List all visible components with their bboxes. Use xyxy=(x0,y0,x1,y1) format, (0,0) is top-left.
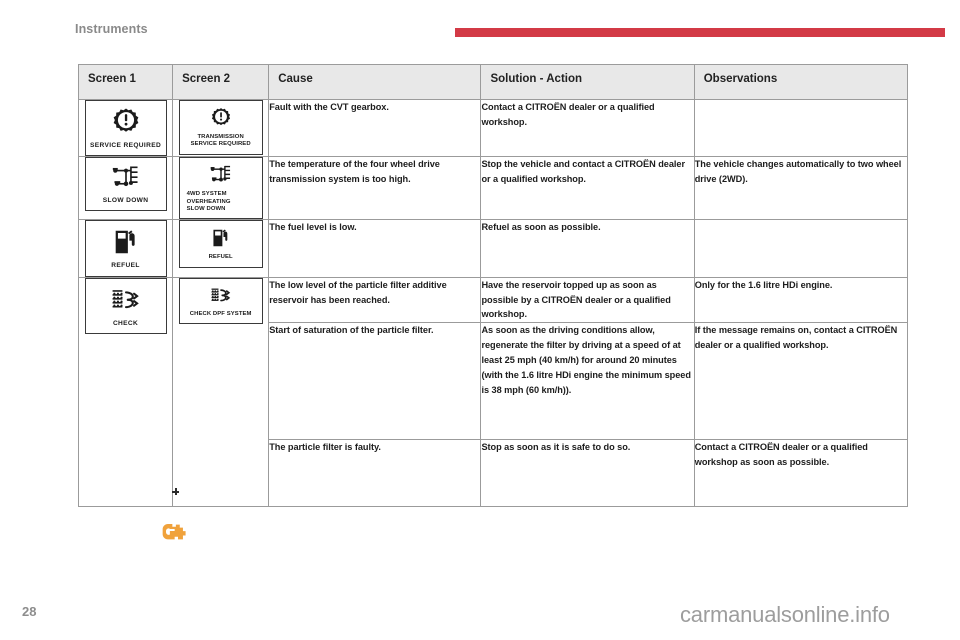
warning-messages-table: Screen 1 Screen 2 Cause Solution - Actio… xyxy=(77,64,909,508)
fuel-pump-icon xyxy=(213,229,227,247)
engine-check-icon xyxy=(162,524,186,540)
display-tile-slow-down: SLOW DOWN xyxy=(84,157,167,212)
header-rule xyxy=(455,28,945,37)
cause-cell: The temperature of the four wheel drive … xyxy=(268,156,482,221)
solution-cell: Contact a CITROËN dealer or a qualified … xyxy=(480,98,695,158)
column-header-screen-2: Screen 2 xyxy=(172,64,270,100)
screen-1-cell: SLOW DOWN xyxy=(77,156,174,221)
cause-cell: The fuel level is low. xyxy=(268,219,482,278)
table-row: REFUEL REFUEL The fuel level is low. Ref… xyxy=(77,219,909,278)
cause-cell: The low level of the particle filter add… xyxy=(268,276,482,324)
observations-cell: Only for the 1.6 litre HDi engine. xyxy=(693,276,909,324)
column-header-solution: Solution - Action xyxy=(480,64,695,100)
display-tile-check: CHECK xyxy=(84,277,167,334)
screen-2-cell: REFUEL xyxy=(172,219,270,278)
table-header-row: Screen 1 Screen 2 Cause Solution - Actio… xyxy=(77,64,909,100)
four-wheel-drive-icon xyxy=(112,166,138,187)
fuel-pump-icon xyxy=(115,230,135,254)
tile-label: TRANSMISSION SERVICE REQUIRED xyxy=(190,134,251,148)
display-tile-refuel: REFUEL xyxy=(84,220,167,277)
observations-cell: Contact a CITROËN dealer or a qualified … xyxy=(693,439,909,508)
tile-label: CHECK DPF SYSTEM xyxy=(189,310,252,317)
page-number: 28 xyxy=(22,604,37,619)
solution-cell: As soon as the driving conditions allow,… xyxy=(480,322,695,441)
solution-cell: Stop as soon as it is safe to do so. xyxy=(480,439,695,508)
column-header-cause: Cause xyxy=(268,64,482,100)
display-tile-4wd-overheating: 4WD SYSTEM OVERHEATING SLOW DOWN xyxy=(178,157,263,220)
screen-2-cell: CHECK DPF SYSTEM xyxy=(172,276,270,508)
page-title: Instruments xyxy=(75,22,148,36)
tile-label: REFUEL xyxy=(208,254,233,261)
tile-label: SLOW DOWN xyxy=(102,197,149,205)
cause-cell: Fault with the CVT gearbox. xyxy=(268,98,482,158)
display-tile-check-dpf-system: CHECK DPF SYSTEM xyxy=(178,277,263,324)
display-tile-refuel: REFUEL xyxy=(178,220,263,268)
table-row: SLOW DOWN 4WD SYSTEM OVERHEATING SLOW DO… xyxy=(77,156,909,221)
tile-label: SERVICE REQUIRED xyxy=(90,142,162,149)
observations-cell: The vehicle changes automatically to two… xyxy=(693,156,909,221)
screen-1-cell: REFUEL xyxy=(77,219,174,278)
screen-1-cell: SERVICE REQUIRED xyxy=(77,98,174,158)
observations-cell xyxy=(693,98,909,158)
particle-filter-icon xyxy=(211,288,230,301)
display-tile-transmission-service-required: TRANSMISSION SERVICE REQUIRED xyxy=(178,100,263,155)
four-wheel-drive-icon xyxy=(210,166,230,182)
screen-2-cell: 4WD SYSTEM OVERHEATING SLOW DOWN xyxy=(172,156,270,221)
page-header: Instruments xyxy=(0,0,960,48)
screen-1-cell: CHECK xyxy=(77,276,174,508)
particle-filter-icon xyxy=(112,289,139,308)
screen-2-cell: TRANSMISSION SERVICE REQUIRED xyxy=(172,98,270,158)
tile-label: REFUEL xyxy=(111,262,140,270)
table-row: CHECK CHECK DPF SYSTEM The low level of … xyxy=(77,276,909,508)
solution-cell: Have the reservoir topped up as soon as … xyxy=(480,276,695,324)
cross-marker xyxy=(172,488,179,495)
gear-warning-icon xyxy=(211,108,230,126)
solution-cell: Stop the vehicle and contact a CITROËN d… xyxy=(480,156,695,221)
observations-cell xyxy=(693,219,909,278)
tile-label: CHECK xyxy=(112,319,139,327)
site-watermark: carmanualsonline.info xyxy=(680,602,890,627)
table-row: SERVICE REQUIRED TRANSMISSION SERVICE RE… xyxy=(77,98,909,158)
gear-warning-icon xyxy=(113,108,138,132)
observations-cell: If the message remains on, contact a CIT… xyxy=(693,322,909,441)
cause-cell: The particle filter is faulty. xyxy=(268,439,482,508)
column-header-screen-1: Screen 1 xyxy=(77,64,174,100)
display-tile-service-required: SERVICE REQUIRED xyxy=(84,100,167,157)
solution-cell: Refuel as soon as possible. xyxy=(480,219,695,278)
column-header-observations: Observations xyxy=(693,64,909,100)
tile-label: 4WD SYSTEM OVERHEATING SLOW DOWN xyxy=(186,191,231,212)
cause-cell: Start of saturation of the particle filt… xyxy=(268,322,482,441)
